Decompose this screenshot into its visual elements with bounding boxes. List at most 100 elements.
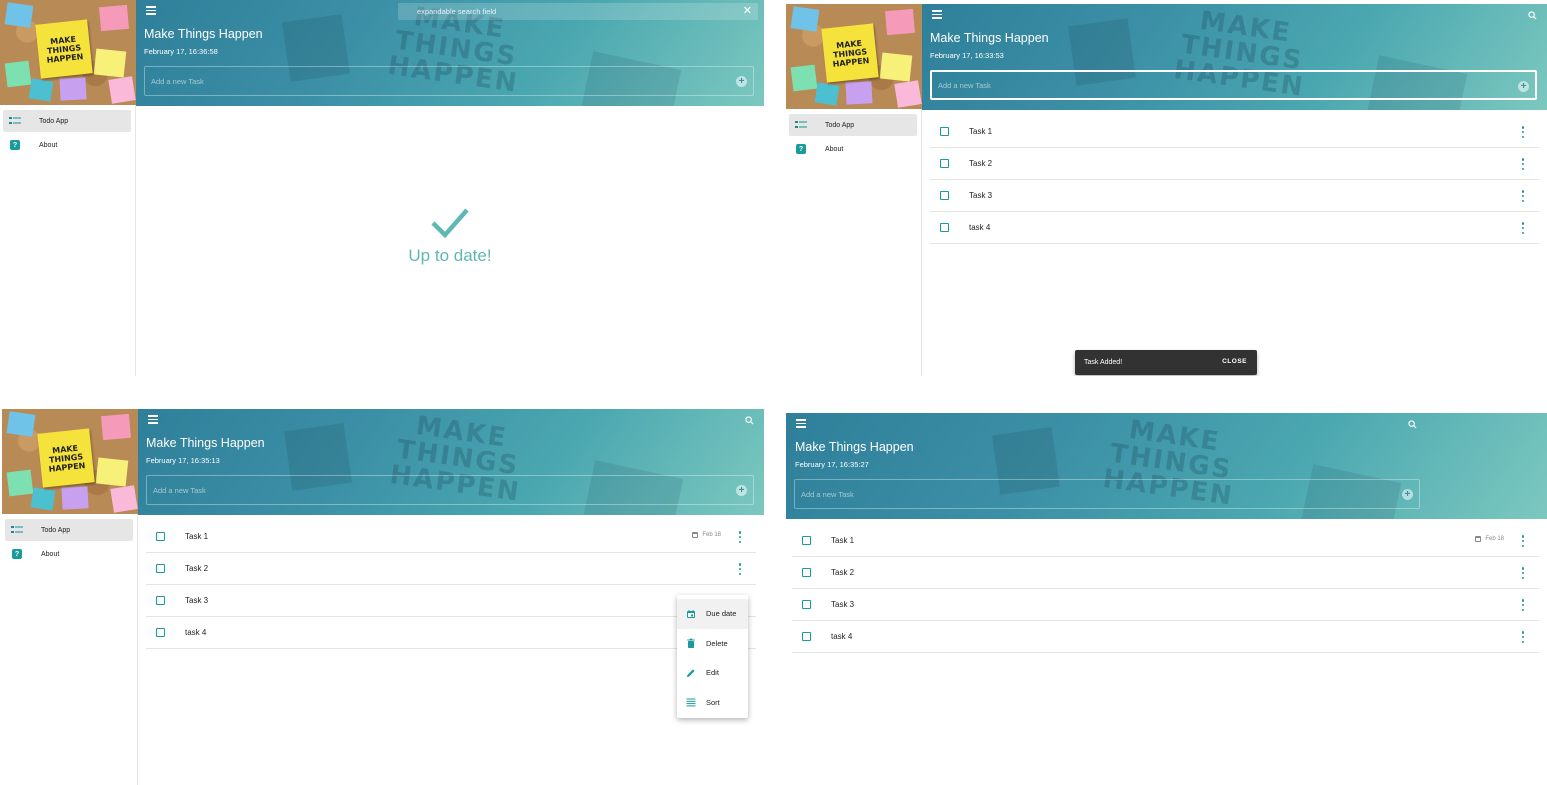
app-title: Make Things Happen bbox=[144, 27, 263, 41]
add-task-input[interactable] bbox=[153, 476, 638, 504]
task-checkbox[interactable] bbox=[940, 223, 949, 232]
task-checkbox[interactable] bbox=[156, 564, 165, 573]
task-title: task 4 bbox=[831, 632, 853, 641]
add-task-input[interactable] bbox=[938, 72, 1421, 98]
more-vert-icon[interactable] bbox=[738, 531, 742, 543]
app-title: Make Things Happen bbox=[146, 436, 265, 450]
list-item[interactable]: Task 2 bbox=[146, 553, 756, 585]
list-item[interactable]: Task 1 Feb 18 bbox=[146, 521, 756, 553]
menu-icon[interactable] bbox=[796, 419, 806, 428]
header-banner: MAKE THINGS HAPPEN Make Things Happen Fe… bbox=[786, 413, 1547, 519]
add-task-input[interactable] bbox=[801, 480, 1301, 508]
more-vert-icon[interactable] bbox=[1521, 535, 1525, 547]
menu-icon[interactable] bbox=[146, 6, 156, 15]
menu-item-due-date[interactable]: Due date bbox=[677, 599, 748, 629]
due-date-badge: Feb 18 bbox=[692, 532, 721, 538]
list-item[interactable]: Task 1 Feb 18 bbox=[792, 525, 1539, 557]
more-vert-icon[interactable] bbox=[1521, 190, 1525, 202]
list-item[interactable]: Task 3 bbox=[792, 589, 1539, 621]
list-item[interactable]: Task 1 bbox=[930, 116, 1539, 148]
menu-item-delete[interactable]: Delete bbox=[677, 629, 748, 659]
list-item[interactable]: Task 3 bbox=[930, 180, 1539, 212]
search-icon[interactable] bbox=[745, 416, 754, 425]
list-icon bbox=[9, 116, 21, 126]
nav-item-label: About bbox=[39, 141, 58, 149]
close-icon[interactable]: ✕ bbox=[743, 4, 752, 18]
header-banner: MAKE THINGS HAPPEN ✕ Make Things Happen … bbox=[136, 0, 764, 106]
sidebar: MAKE THINGS HAPPEN Todo App ? About bbox=[786, 4, 922, 376]
snackbar-message: Task Added! bbox=[1084, 359, 1123, 366]
list-item[interactable]: Task 2 bbox=[930, 148, 1539, 180]
task-title: Task 3 bbox=[969, 191, 993, 200]
add-circle-icon[interactable]: + bbox=[736, 485, 747, 496]
list-item[interactable]: task 4 bbox=[146, 617, 756, 649]
help-icon: ? bbox=[11, 549, 23, 559]
task-checkbox[interactable] bbox=[802, 536, 811, 545]
add-task-box: + bbox=[146, 475, 754, 505]
menu-item-label: Edit bbox=[706, 668, 719, 678]
menu-item-edit[interactable]: Edit bbox=[677, 658, 748, 688]
task-title: Task 3 bbox=[831, 600, 855, 609]
checkmark-icon bbox=[430, 206, 470, 240]
due-date-text: Feb 18 bbox=[702, 532, 721, 538]
nav-item-about[interactable]: ? About bbox=[789, 138, 917, 160]
list-item[interactable]: task 4 bbox=[930, 212, 1539, 244]
list-item[interactable]: task 4 bbox=[792, 621, 1539, 653]
task-list: Task 1 Feb 18 Task 2 Task 3 task 4 bbox=[792, 525, 1539, 653]
app-title: Make Things Happen bbox=[930, 31, 1049, 45]
sticky-note-logo: MAKE THINGS HAPPEN bbox=[821, 23, 879, 83]
screen-task-added: MAKE THINGS HAPPEN Todo App ? About MAKE… bbox=[786, 4, 1547, 376]
task-checkbox[interactable] bbox=[940, 159, 949, 168]
snackbar: Task Added! CLOSE bbox=[1075, 350, 1257, 375]
current-date: February 17, 16:36:58 bbox=[144, 47, 218, 56]
search-input[interactable] bbox=[417, 3, 717, 20]
menu-icon[interactable] bbox=[148, 415, 158, 424]
more-vert-icon[interactable] bbox=[1521, 567, 1525, 579]
add-circle-icon[interactable]: + bbox=[736, 76, 747, 87]
search-field[interactable]: ✕ bbox=[398, 3, 758, 29]
list-item[interactable]: Task 3 bbox=[146, 585, 756, 617]
nav-item-about[interactable]: ? About bbox=[3, 134, 131, 156]
task-checkbox[interactable] bbox=[156, 596, 165, 605]
task-checkbox[interactable] bbox=[802, 600, 811, 609]
more-vert-icon[interactable] bbox=[1521, 158, 1525, 170]
more-vert-icon[interactable] bbox=[1521, 599, 1525, 611]
search-icon[interactable] bbox=[1408, 420, 1417, 429]
task-checkbox[interactable] bbox=[802, 568, 811, 577]
more-vert-icon[interactable] bbox=[1521, 222, 1525, 234]
corkboard-image: MAKE THINGS HAPPEN bbox=[2, 409, 138, 514]
add-circle-icon[interactable]: + bbox=[1402, 489, 1413, 500]
nav-item-todo-app[interactable]: Todo App bbox=[3, 110, 131, 132]
more-vert-icon[interactable] bbox=[1521, 126, 1525, 138]
more-vert-icon[interactable] bbox=[738, 563, 742, 575]
list-item[interactable]: Task 2 bbox=[792, 557, 1539, 589]
sort-icon bbox=[686, 697, 696, 707]
task-title: Task 2 bbox=[185, 564, 209, 573]
more-vert-icon[interactable] bbox=[1521, 631, 1525, 643]
menu-icon[interactable] bbox=[932, 10, 942, 19]
task-checkbox[interactable] bbox=[940, 191, 949, 200]
calendar-icon bbox=[686, 609, 696, 619]
nav-menu: Todo App ? About bbox=[789, 114, 917, 162]
current-date: February 17, 16:35:27 bbox=[795, 460, 869, 469]
add-circle-icon[interactable]: + bbox=[1518, 81, 1529, 92]
add-task-input[interactable] bbox=[151, 67, 638, 95]
nav-item-todo-app[interactable]: Todo App bbox=[5, 519, 133, 541]
task-checkbox[interactable] bbox=[156, 628, 165, 637]
task-title: Task 2 bbox=[969, 159, 993, 168]
main-content: Task 1 Task 2 Task 3 task 4 bbox=[922, 110, 1547, 376]
nav-item-label: Todo App bbox=[39, 117, 69, 125]
nav-item-about[interactable]: ? About bbox=[5, 543, 133, 565]
task-checkbox[interactable] bbox=[802, 632, 811, 641]
task-checkbox[interactable] bbox=[940, 127, 949, 136]
menu-item-sort[interactable]: Sort bbox=[677, 688, 748, 718]
task-title: Task 1 bbox=[185, 532, 209, 541]
snackbar-close-button[interactable]: CLOSE bbox=[1222, 358, 1247, 365]
task-checkbox[interactable] bbox=[156, 532, 165, 541]
due-date-badge: Feb 18 bbox=[1475, 536, 1504, 542]
pencil-icon bbox=[686, 668, 696, 678]
main-content: Task 1 Feb 18 Task 2 Task 3 task 4 bbox=[138, 515, 764, 785]
search-icon[interactable] bbox=[1528, 11, 1537, 20]
nav-item-todo-app[interactable]: Todo App bbox=[789, 114, 917, 136]
screen-tasks-collapsed-sidebar: MAKE THINGS HAPPEN Make Things Happen Fe… bbox=[786, 413, 1547, 785]
